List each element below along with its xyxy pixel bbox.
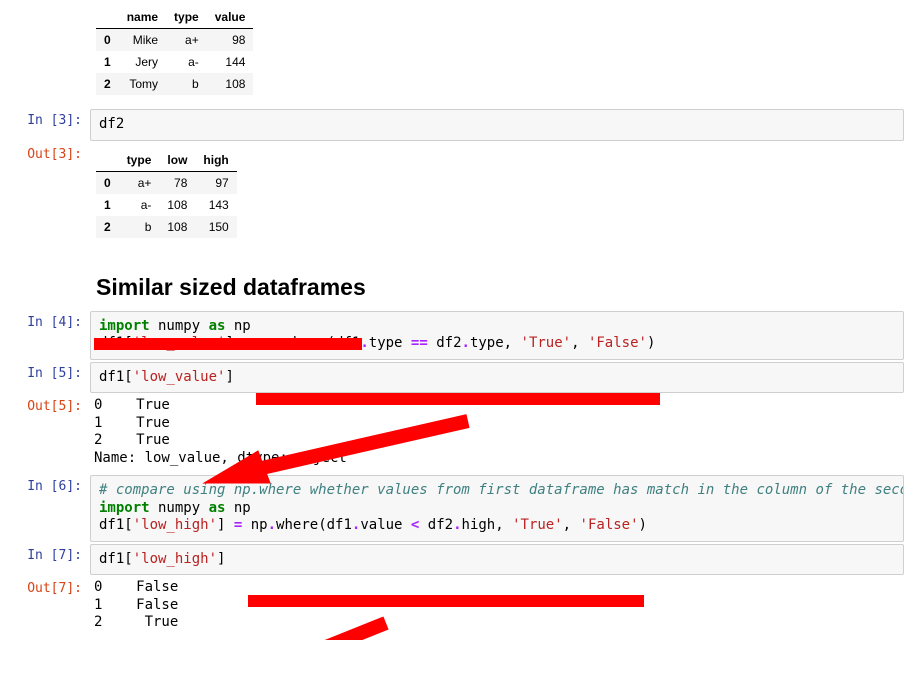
cell-out7: Out[7]: 0 False 1 False 2 True [0, 577, 904, 638]
prompt-in5: In [5]: [0, 362, 90, 387]
col-value: value [207, 6, 254, 29]
col-index [96, 6, 119, 29]
cell-in6: In [6]: # compare using np.where whether… [0, 475, 904, 542]
cell-out-df1: name type value 0 Mike a+ 98 1 Jery a- [0, 0, 904, 107]
section-heading: Similar sized dataframes [96, 274, 898, 301]
code-cell[interactable]: df2 [90, 109, 904, 141]
prompt-in3: In [3]: [0, 109, 90, 134]
prompt-out7: Out[7]: [0, 577, 90, 602]
col-type: type [166, 6, 207, 29]
prompt-out5: Out[5]: [0, 395, 90, 420]
code-cell[interactable]: # compare using np.where whether values … [90, 475, 904, 542]
df1-table: name type value 0 Mike a+ 98 1 Jery a- [96, 6, 253, 95]
col-index [96, 149, 119, 172]
code-cell[interactable]: df1['low_high'] [90, 544, 904, 576]
output-text: 0 True 1 True 2 True Name: low_value, dt… [90, 395, 904, 473]
prompt-in4: In [4]: [0, 311, 90, 336]
col-name: name [119, 6, 166, 29]
table-row: 2 Tomy b 108 [96, 73, 253, 95]
notebook: name type value 0 Mike a+ 98 1 Jery a- [0, 0, 904, 640]
table-row: 0 a+ 78 97 [96, 171, 237, 194]
prompt-in7: In [7]: [0, 544, 90, 569]
col-low: low [159, 149, 195, 172]
prompt-out3: Out[3]: [0, 143, 90, 168]
cell-heading: Similar sized dataframes [0, 252, 904, 309]
cell-out3: Out[3]: type low high 0 a+ 78 97 [0, 143, 904, 250]
col-type: type [119, 149, 160, 172]
df2-table: type low high 0 a+ 78 97 1 a- 108 [96, 149, 237, 238]
cell-in7: In [7]: df1['low_high'] [0, 544, 904, 576]
prompt-in6: In [6]: [0, 475, 90, 500]
table-row: 0 Mike a+ 98 [96, 29, 253, 52]
cell-out5: Out[5]: 0 True 1 True 2 True Name: low_v… [0, 395, 904, 473]
cell-in5: In [5]: df1['low_value'] [0, 362, 904, 394]
cell-in4: In [4]: import numpy as np df1['low_valu… [0, 311, 904, 360]
cell-in3: In [3]: df2 [0, 109, 904, 141]
output-text: 0 False 1 False 2 True [90, 577, 904, 638]
table-row: 1 Jery a- 144 [96, 51, 253, 73]
table-row: 1 a- 108 143 [96, 194, 237, 216]
code-cell[interactable]: df1['low_value'] [90, 362, 904, 394]
code-cell[interactable]: import numpy as np df1['low_value'] = np… [90, 311, 904, 360]
table-row: 2 b 108 150 [96, 216, 237, 238]
col-high: high [195, 149, 236, 172]
